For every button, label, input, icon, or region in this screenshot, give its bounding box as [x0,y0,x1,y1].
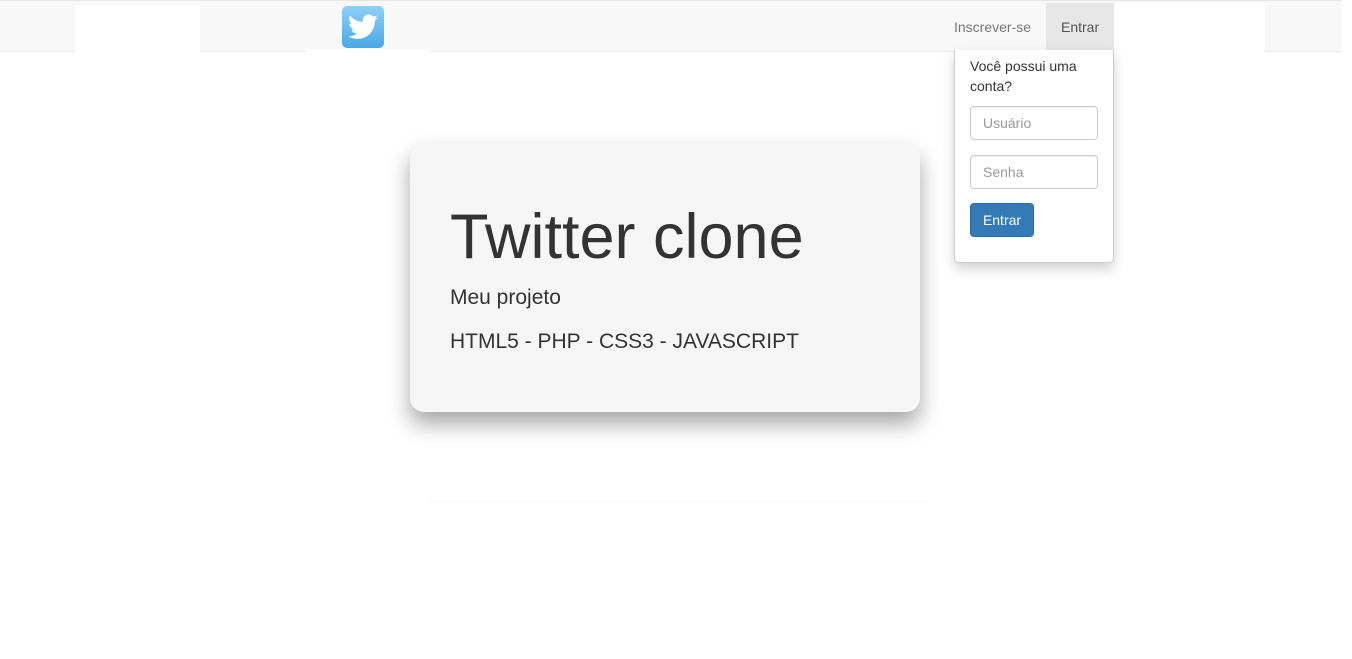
password-input[interactable] [970,155,1098,189]
top-navbar: Inscrever-se Entrar [0,0,1342,52]
divider [428,500,928,503]
twitter-logo[interactable] [342,6,384,48]
navbar-blank-area [306,49,431,52]
hero-subtitle: Meu projeto [450,286,561,309]
signup-link[interactable]: Inscrever-se [939,3,1046,51]
username-input[interactable] [970,106,1098,140]
navbar-blank-area [1114,3,1265,52]
twitter-bird-icon [348,14,378,39]
login-submit-button[interactable]: Entrar [970,203,1034,237]
hero-tech-stack: HTML5 - PHP - CSS3 - JAVASCRIPT [450,330,799,353]
hero-title: Twitter clone [450,202,804,272]
hero-card: Twitter clone Meu projeto HTML5 - PHP - … [410,143,920,412]
navbar-blank-area [75,5,200,52]
login-link[interactable]: Entrar [1046,3,1114,51]
login-dropdown-title: Você possui uma conta? [970,58,1077,94]
login-dropdown: Você possui uma conta? Entrar [954,50,1114,263]
